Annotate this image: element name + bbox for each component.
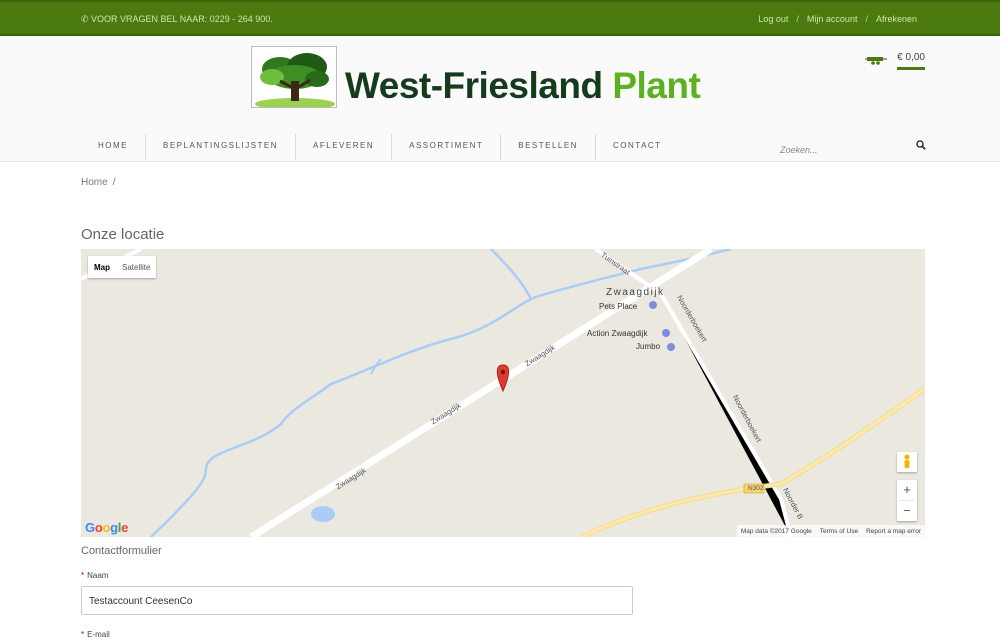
zoom-control: + − xyxy=(897,480,917,521)
required-marker: * xyxy=(81,571,85,580)
zoom-out-button[interactable]: − xyxy=(897,501,917,521)
breadcrumb-home[interactable]: Home xyxy=(81,177,108,188)
map-canvas[interactable] xyxy=(81,249,925,537)
phone-info: ✆ VOOR VRAGEN BEL NAAR: 0229 - 264 900. xyxy=(81,14,273,24)
shop-icon xyxy=(662,329,670,337)
page-title: Onze locatie xyxy=(81,226,165,243)
email-label: * E-mail xyxy=(81,630,110,639)
shop-icon xyxy=(649,301,657,309)
brand-name-part2: Plant xyxy=(612,65,701,106)
cart-widget[interactable]: € 0,00 xyxy=(865,52,925,70)
street-view-pegman-icon[interactable] xyxy=(897,452,917,472)
shop-icon xyxy=(667,343,675,351)
search-box[interactable]: Zoeken... xyxy=(780,140,926,155)
nav-beplantingslijsten[interactable]: BEPLANTINGSLIJSTEN xyxy=(146,134,297,160)
checkout-link[interactable]: Afrekenen xyxy=(876,14,917,24)
cart-amount: € 0,00 xyxy=(897,52,925,70)
terms-link[interactable]: Terms of Use xyxy=(820,528,858,535)
account-links: Log out / Mijn account / Afrekenen xyxy=(758,14,917,24)
brand-name: West-Friesland Plant xyxy=(345,65,701,107)
zoom-in-button[interactable]: + xyxy=(897,480,917,500)
map-data-credit: Map data ©2017 Google xyxy=(740,527,812,535)
nav-home[interactable]: HOME xyxy=(81,134,146,160)
required-marker: * xyxy=(81,630,85,639)
map-type-control: Map Satellite xyxy=(88,256,157,278)
top-bar: ✆ VOOR VRAGEN BEL NAAR: 0229 - 264 900. … xyxy=(0,0,1000,36)
map-poi-label: Jumbo xyxy=(636,342,661,351)
search-input[interactable]: Zoeken... xyxy=(780,145,818,155)
name-label-text: Naam xyxy=(87,571,109,580)
brand-name-part1: West-Friesland xyxy=(345,65,603,106)
tree-logo-icon xyxy=(251,46,337,108)
breadcrumb-separator: / xyxy=(112,177,116,188)
nav-afleveren[interactable]: AFLEVEREN xyxy=(296,134,393,160)
location-map[interactable]: Map Satellite Zwaagdijk Pets Place Actio… xyxy=(81,249,925,537)
map-town-label: Zwaagdijk xyxy=(606,287,665,298)
nav-contact[interactable]: CONTACT xyxy=(596,134,679,160)
site-logo[interactable]: West-Friesland Plant xyxy=(251,46,701,108)
nav-assortiment[interactable]: ASSORTIMENT xyxy=(392,134,502,160)
google-logo: Google xyxy=(85,520,129,535)
site-header: West-Friesland Plant € 0,00 HOME BEPLANT… xyxy=(0,36,1000,162)
map-road-number: N302 xyxy=(748,485,764,492)
map-footer: Map data ©2017 Google Terms of Use Repor… xyxy=(736,525,925,537)
name-field[interactable]: Testaccount CeesenCo xyxy=(81,586,633,615)
breadcrumb: Home / xyxy=(81,177,115,188)
my-account-link[interactable]: Mijn account xyxy=(807,14,858,24)
main-nav: HOME BEPLANTINGSLIJSTEN AFLEVEREN ASSORT… xyxy=(81,134,679,160)
email-label-text: E-mail xyxy=(87,630,110,639)
separator: / xyxy=(865,14,868,24)
contact-form-title: Contactformulier xyxy=(81,545,162,557)
logout-link[interactable]: Log out xyxy=(758,14,788,24)
nav-bestellen[interactable]: BESTELLEN xyxy=(501,134,596,160)
map-type-map[interactable]: Map xyxy=(88,256,116,278)
separator: / xyxy=(796,14,799,24)
map-type-satellite[interactable]: Satellite xyxy=(116,256,156,278)
name-label: * Naam xyxy=(81,571,108,580)
search-icon[interactable] xyxy=(916,140,926,150)
report-error-link[interactable]: Report a map error xyxy=(866,528,921,535)
map-poi-label: Pets Place xyxy=(599,302,638,311)
map-poi-label: Action Zwaagdijk xyxy=(587,329,648,338)
trailer-icon xyxy=(865,57,888,65)
